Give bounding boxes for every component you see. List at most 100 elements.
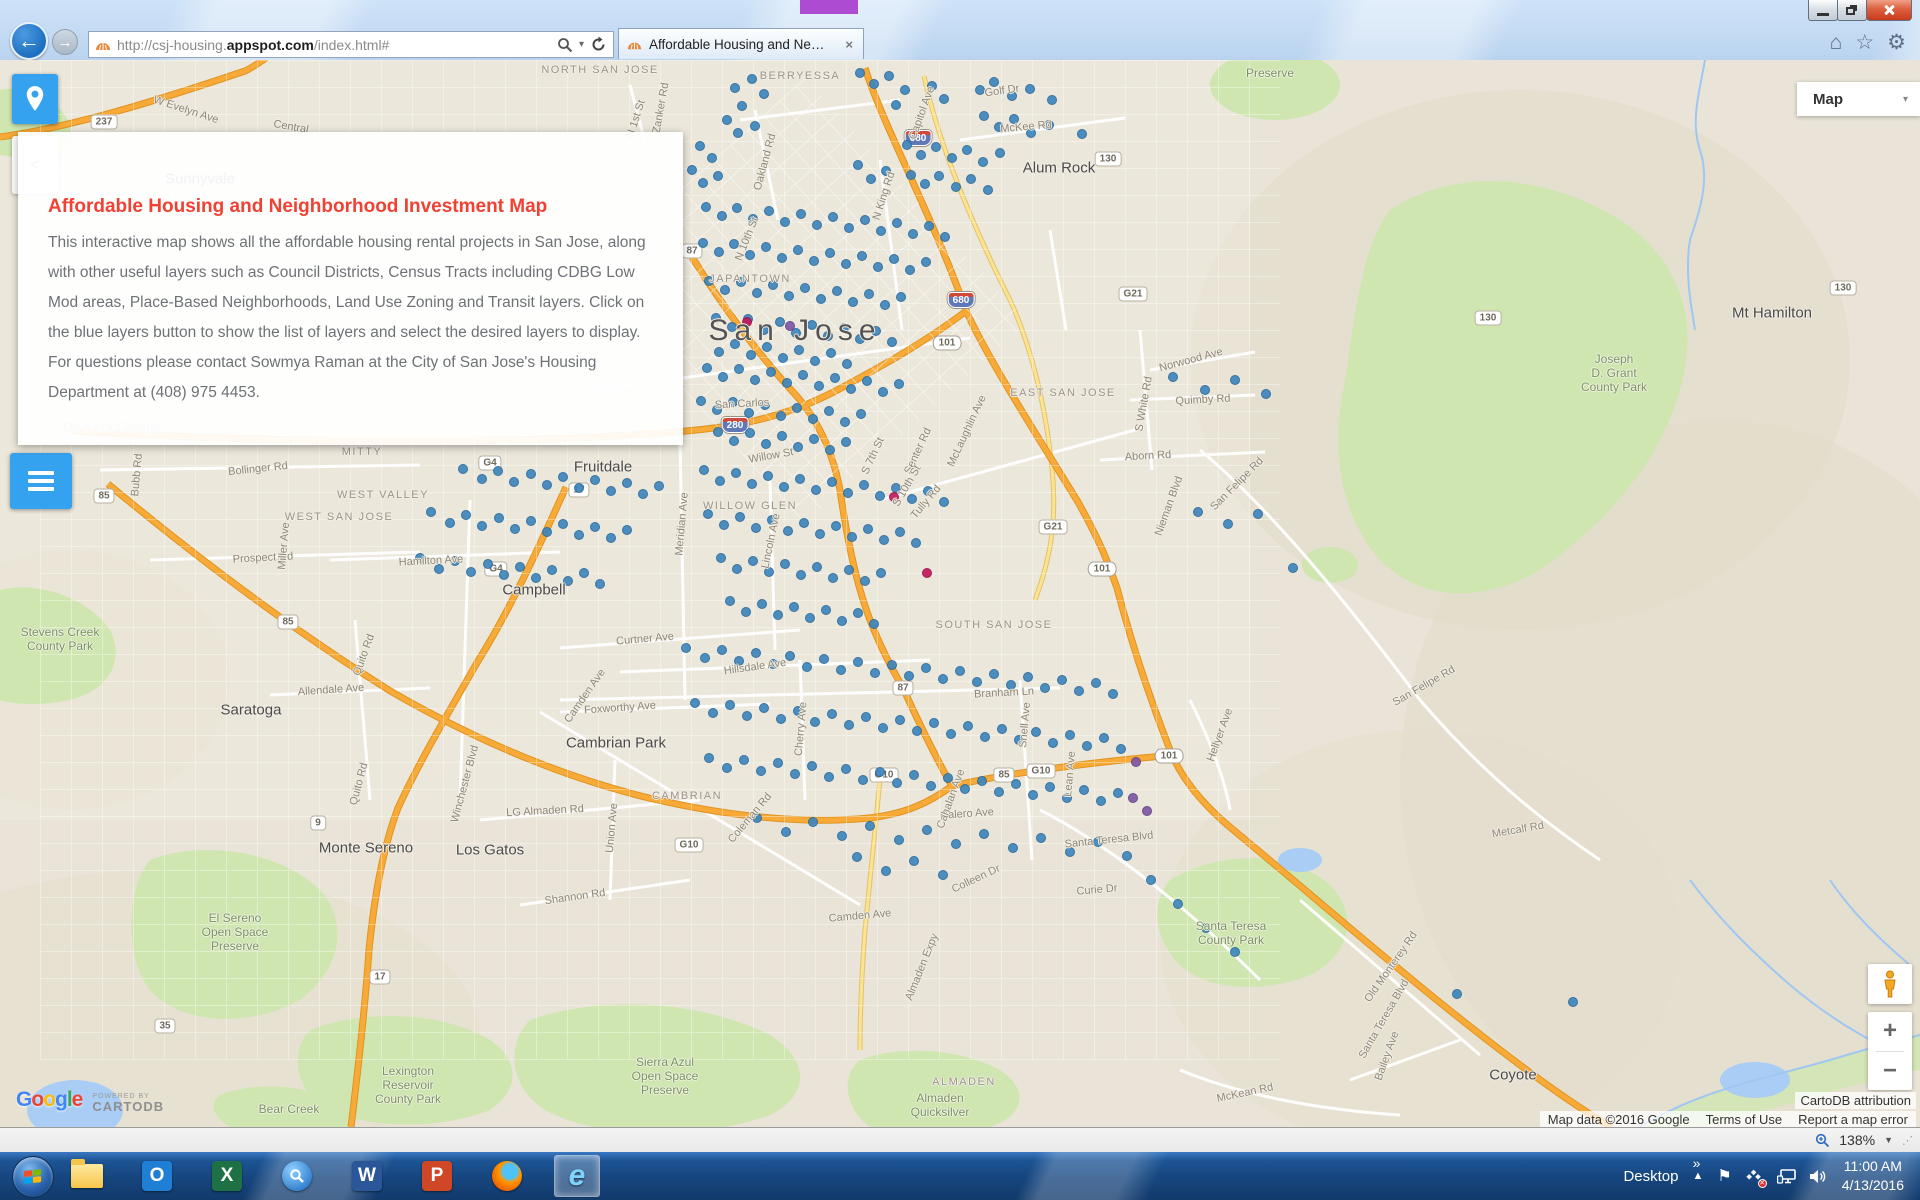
housing-project-marker[interactable] xyxy=(946,729,956,739)
housing-project-marker[interactable] xyxy=(871,326,881,336)
housing-project-marker[interactable] xyxy=(972,677,982,687)
housing-project-marker[interactable] xyxy=(980,732,990,742)
housing-project-marker[interactable] xyxy=(908,229,918,239)
housing-project-marker[interactable] xyxy=(837,616,847,626)
show-hidden-icons-button[interactable]: ▲ xyxy=(1692,1170,1703,1182)
housing-project-marker[interactable] xyxy=(742,711,752,721)
map-canvas[interactable]: 23787680680130G21101280G41785G21G4101858… xyxy=(0,60,1920,1127)
housing-project-marker[interactable] xyxy=(860,576,870,586)
desktop-toolbar-label[interactable]: Desktop » xyxy=(1623,1168,1678,1185)
housing-project-marker[interactable] xyxy=(909,856,919,866)
pegman-button[interactable] xyxy=(1868,964,1912,1004)
housing-project-marker[interactable] xyxy=(622,478,632,488)
housing-project-marker[interactable] xyxy=(997,724,1007,734)
housing-project-marker[interactable] xyxy=(1045,782,1055,792)
housing-project-marker[interactable] xyxy=(713,171,723,181)
housing-project-marker[interactable] xyxy=(1146,875,1156,885)
housing-project-marker[interactable] xyxy=(1023,672,1033,682)
housing-project-marker[interactable] xyxy=(780,217,790,227)
forward-button[interactable]: → xyxy=(52,29,78,55)
housing-project-marker[interactable] xyxy=(842,359,852,369)
housing-project-marker[interactable] xyxy=(477,521,487,531)
housing-project-marker[interactable] xyxy=(722,115,732,125)
housing-project-marker[interactable] xyxy=(878,387,888,397)
housing-project-marker[interactable] xyxy=(1047,95,1057,105)
housing-project-marker[interactable] xyxy=(547,565,557,575)
housing-project-marker[interactable] xyxy=(951,182,961,192)
housing-project-marker[interactable] xyxy=(622,525,632,535)
housing-project-marker[interactable] xyxy=(906,170,916,180)
housing-project-marker[interactable] xyxy=(708,708,718,718)
housing-project-marker[interactable] xyxy=(748,556,758,566)
housing-project-marker[interactable] xyxy=(853,657,863,667)
housing-project-marker[interactable] xyxy=(857,251,867,261)
housing-project-marker[interactable] xyxy=(1230,375,1240,385)
housing-project-marker[interactable] xyxy=(881,866,891,876)
housing-project-marker[interactable] xyxy=(725,596,735,606)
housing-project-marker[interactable] xyxy=(802,662,812,672)
housing-project-marker[interactable] xyxy=(494,513,504,523)
housing-project-marker[interactable] xyxy=(841,437,851,447)
housing-project-marker[interactable] xyxy=(810,356,820,366)
housing-project-marker[interactable] xyxy=(736,277,746,287)
housing-project-marker[interactable] xyxy=(865,821,875,831)
housing-project-marker[interactable] xyxy=(698,178,708,188)
housing-project-marker[interactable] xyxy=(703,509,713,519)
housing-project-marker[interactable] xyxy=(823,331,833,341)
housing-project-marker[interactable] xyxy=(712,405,722,415)
taskbar-app-search[interactable] xyxy=(274,1155,320,1197)
housing-project-marker[interactable] xyxy=(717,645,727,655)
housing-project-marker[interactable] xyxy=(747,74,757,84)
favorites-star-icon[interactable]: ☆ xyxy=(1855,30,1874,55)
housing-project-marker[interactable] xyxy=(1044,120,1054,130)
housing-project-marker[interactable] xyxy=(1028,790,1038,800)
housing-project-marker[interactable] xyxy=(704,753,714,763)
housing-project-marker[interactable] xyxy=(729,436,739,446)
housing-project-marker[interactable] xyxy=(920,179,930,189)
housing-project-marker[interactable] xyxy=(477,474,487,484)
housing-project-marker[interactable] xyxy=(789,602,799,612)
housing-project-marker[interactable] xyxy=(844,720,854,730)
housing-project-marker[interactable] xyxy=(574,530,584,540)
housing-project-marker[interactable] xyxy=(1006,680,1016,690)
housing-project-marker[interactable] xyxy=(989,669,999,679)
housing-project-marker[interactable] xyxy=(1096,796,1106,806)
housing-project-marker[interactable] xyxy=(977,776,987,786)
layers-menu-button[interactable] xyxy=(10,453,72,509)
housing-project-marker[interactable] xyxy=(831,521,841,531)
housing-project-marker[interactable] xyxy=(1077,129,1087,139)
housing-project-marker[interactable] xyxy=(1082,741,1092,751)
housing-project-marker[interactable] xyxy=(702,363,712,373)
housing-project-marker[interactable] xyxy=(994,787,1004,797)
housing-project-marker[interactable] xyxy=(713,427,723,437)
housing-project-marker-purple[interactable] xyxy=(785,321,795,331)
housing-project-marker[interactable] xyxy=(731,468,741,478)
housing-project-marker[interactable] xyxy=(696,396,706,406)
housing-project-marker[interactable] xyxy=(938,674,948,684)
housing-project-marker[interactable] xyxy=(1036,833,1046,843)
housing-project-marker[interactable] xyxy=(896,292,906,302)
housing-project-marker[interactable] xyxy=(924,221,934,231)
housing-project-marker[interactable] xyxy=(841,259,851,269)
housing-project-marker[interactable] xyxy=(733,128,743,138)
housing-project-marker[interactable] xyxy=(837,831,847,841)
housing-project-marker[interactable] xyxy=(979,111,989,121)
housing-project-marker[interactable] xyxy=(848,297,858,307)
home-icon[interactable]: ⌂ xyxy=(1830,31,1843,55)
housing-project-marker[interactable] xyxy=(943,773,953,783)
housing-project-marker[interactable] xyxy=(828,573,838,583)
housing-project-marker[interactable] xyxy=(939,94,949,104)
housing-project-marker[interactable] xyxy=(509,477,519,487)
housing-project-marker[interactable] xyxy=(718,372,728,382)
housing-project-marker[interactable] xyxy=(761,242,771,252)
housing-project-marker[interactable] xyxy=(704,276,714,286)
housing-project-marker[interactable] xyxy=(876,226,886,236)
housing-project-marker[interactable] xyxy=(1173,899,1183,909)
housing-project-marker[interactable] xyxy=(1008,843,1018,853)
housing-project-marker[interactable] xyxy=(821,605,831,615)
taskbar-app-excel[interactable]: X xyxy=(204,1155,250,1197)
page-zoom-level[interactable]: 138% xyxy=(1839,1132,1875,1148)
housing-project-marker[interactable] xyxy=(816,294,826,304)
housing-project-marker[interactable] xyxy=(746,350,756,360)
housing-project-marker[interactable] xyxy=(445,518,455,528)
